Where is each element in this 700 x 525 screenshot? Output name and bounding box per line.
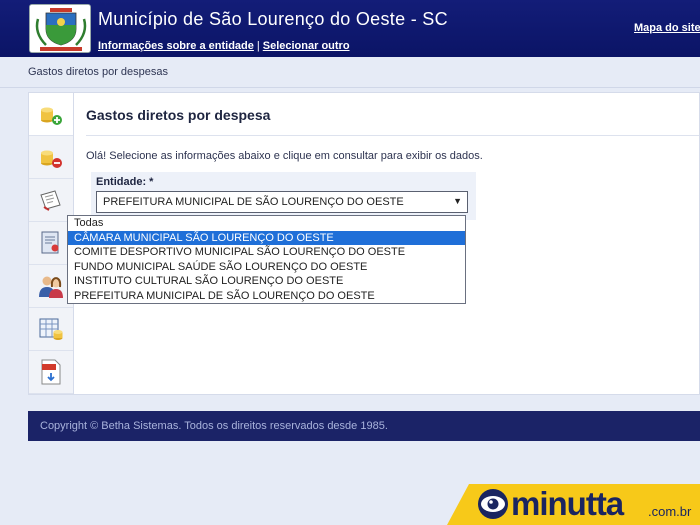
site-header: Município de São Lourenço do Oeste - SC …: [0, 0, 700, 57]
watermark-name: minutta: [511, 485, 624, 522]
sidebar-item-coins-add[interactable]: [29, 93, 73, 136]
sidebar-item-coins-remove[interactable]: [29, 136, 73, 179]
entity-dropdown-list[interactable]: Todas CÂMARA MUNICIPAL SÃO LOURENÇO DO O…: [67, 215, 466, 304]
select-other-link[interactable]: Selecionar outro: [263, 40, 350, 52]
breadcrumb-bar: Gastos diretos por despesas: [0, 57, 700, 88]
minutta-watermark: minutta .com.br: [447, 484, 700, 525]
entity-option[interactable]: FUNDO MUNICIPAL SAÚDE SÃO LOURENÇO DO OE…: [68, 260, 465, 275]
breadcrumb: Gastos diretos por despesas: [28, 66, 169, 78]
sidebar-item-pdf[interactable]: [29, 351, 73, 394]
document-pen-icon: [40, 190, 61, 211]
sitemap-link[interactable]: Mapa do site: [634, 22, 700, 34]
title-divider: [86, 135, 699, 136]
watermark-tld: .com.br: [648, 504, 692, 519]
coat-of-arms-logo: [29, 4, 91, 53]
sidebar-item-spreadsheet[interactable]: [29, 308, 73, 351]
link-separator: |: [256, 40, 260, 52]
pdf-download-icon: [41, 359, 61, 385]
spreadsheet-coins-icon: [39, 318, 63, 340]
entity-info-link[interactable]: Informações sobre a entidade: [98, 40, 254, 52]
coins-remove-icon: [41, 150, 62, 168]
entity-option[interactable]: COMITE DESPORTIVO MUNICIPAL SÃO LOURENÇO…: [68, 245, 465, 260]
entity-form: Entidade: * PREFEITURA MUNICIPAL DE SÃO …: [91, 172, 476, 220]
chevron-down-icon: ▼: [453, 196, 462, 206]
people-icon: [39, 276, 63, 298]
copyright-text: Copyright © Betha Sistemas. Todos os dir…: [40, 420, 388, 432]
certificate-icon: [41, 231, 59, 254]
site-title: Município de São Lourenço do Oeste - SC: [98, 9, 448, 29]
entity-option[interactable]: PREFEITURA MUNICIPAL DE SÃO LOURENÇO DO …: [68, 289, 465, 304]
header-links: Informações sobre a entidade | Selecionar …: [98, 40, 350, 52]
entity-select-value: PREFEITURA MUNICIPAL DE SÃO LOURENÇO DO …: [103, 196, 404, 208]
entity-option[interactable]: CÂMARA MUNICIPAL SÃO LOURENÇO DO OESTE: [68, 230, 465, 246]
entity-select[interactable]: PREFEITURA MUNICIPAL DE SÃO LOURENÇO DO …: [96, 191, 468, 213]
entity-label: Entidade: *: [96, 176, 154, 188]
eye-icon: [478, 489, 508, 519]
entity-option[interactable]: Todas: [68, 216, 465, 231]
coins-add-icon: [41, 107, 62, 125]
intro-text: Olá! Selecione as informações abaixo e c…: [86, 150, 483, 162]
site-footer: Copyright © Betha Sistemas. Todos os dir…: [28, 411, 700, 441]
entity-option[interactable]: INSTITUTO CULTURAL SÃO LOURENÇO DO OESTE: [68, 274, 465, 289]
page-title: Gastos diretos por despesa: [86, 107, 271, 123]
